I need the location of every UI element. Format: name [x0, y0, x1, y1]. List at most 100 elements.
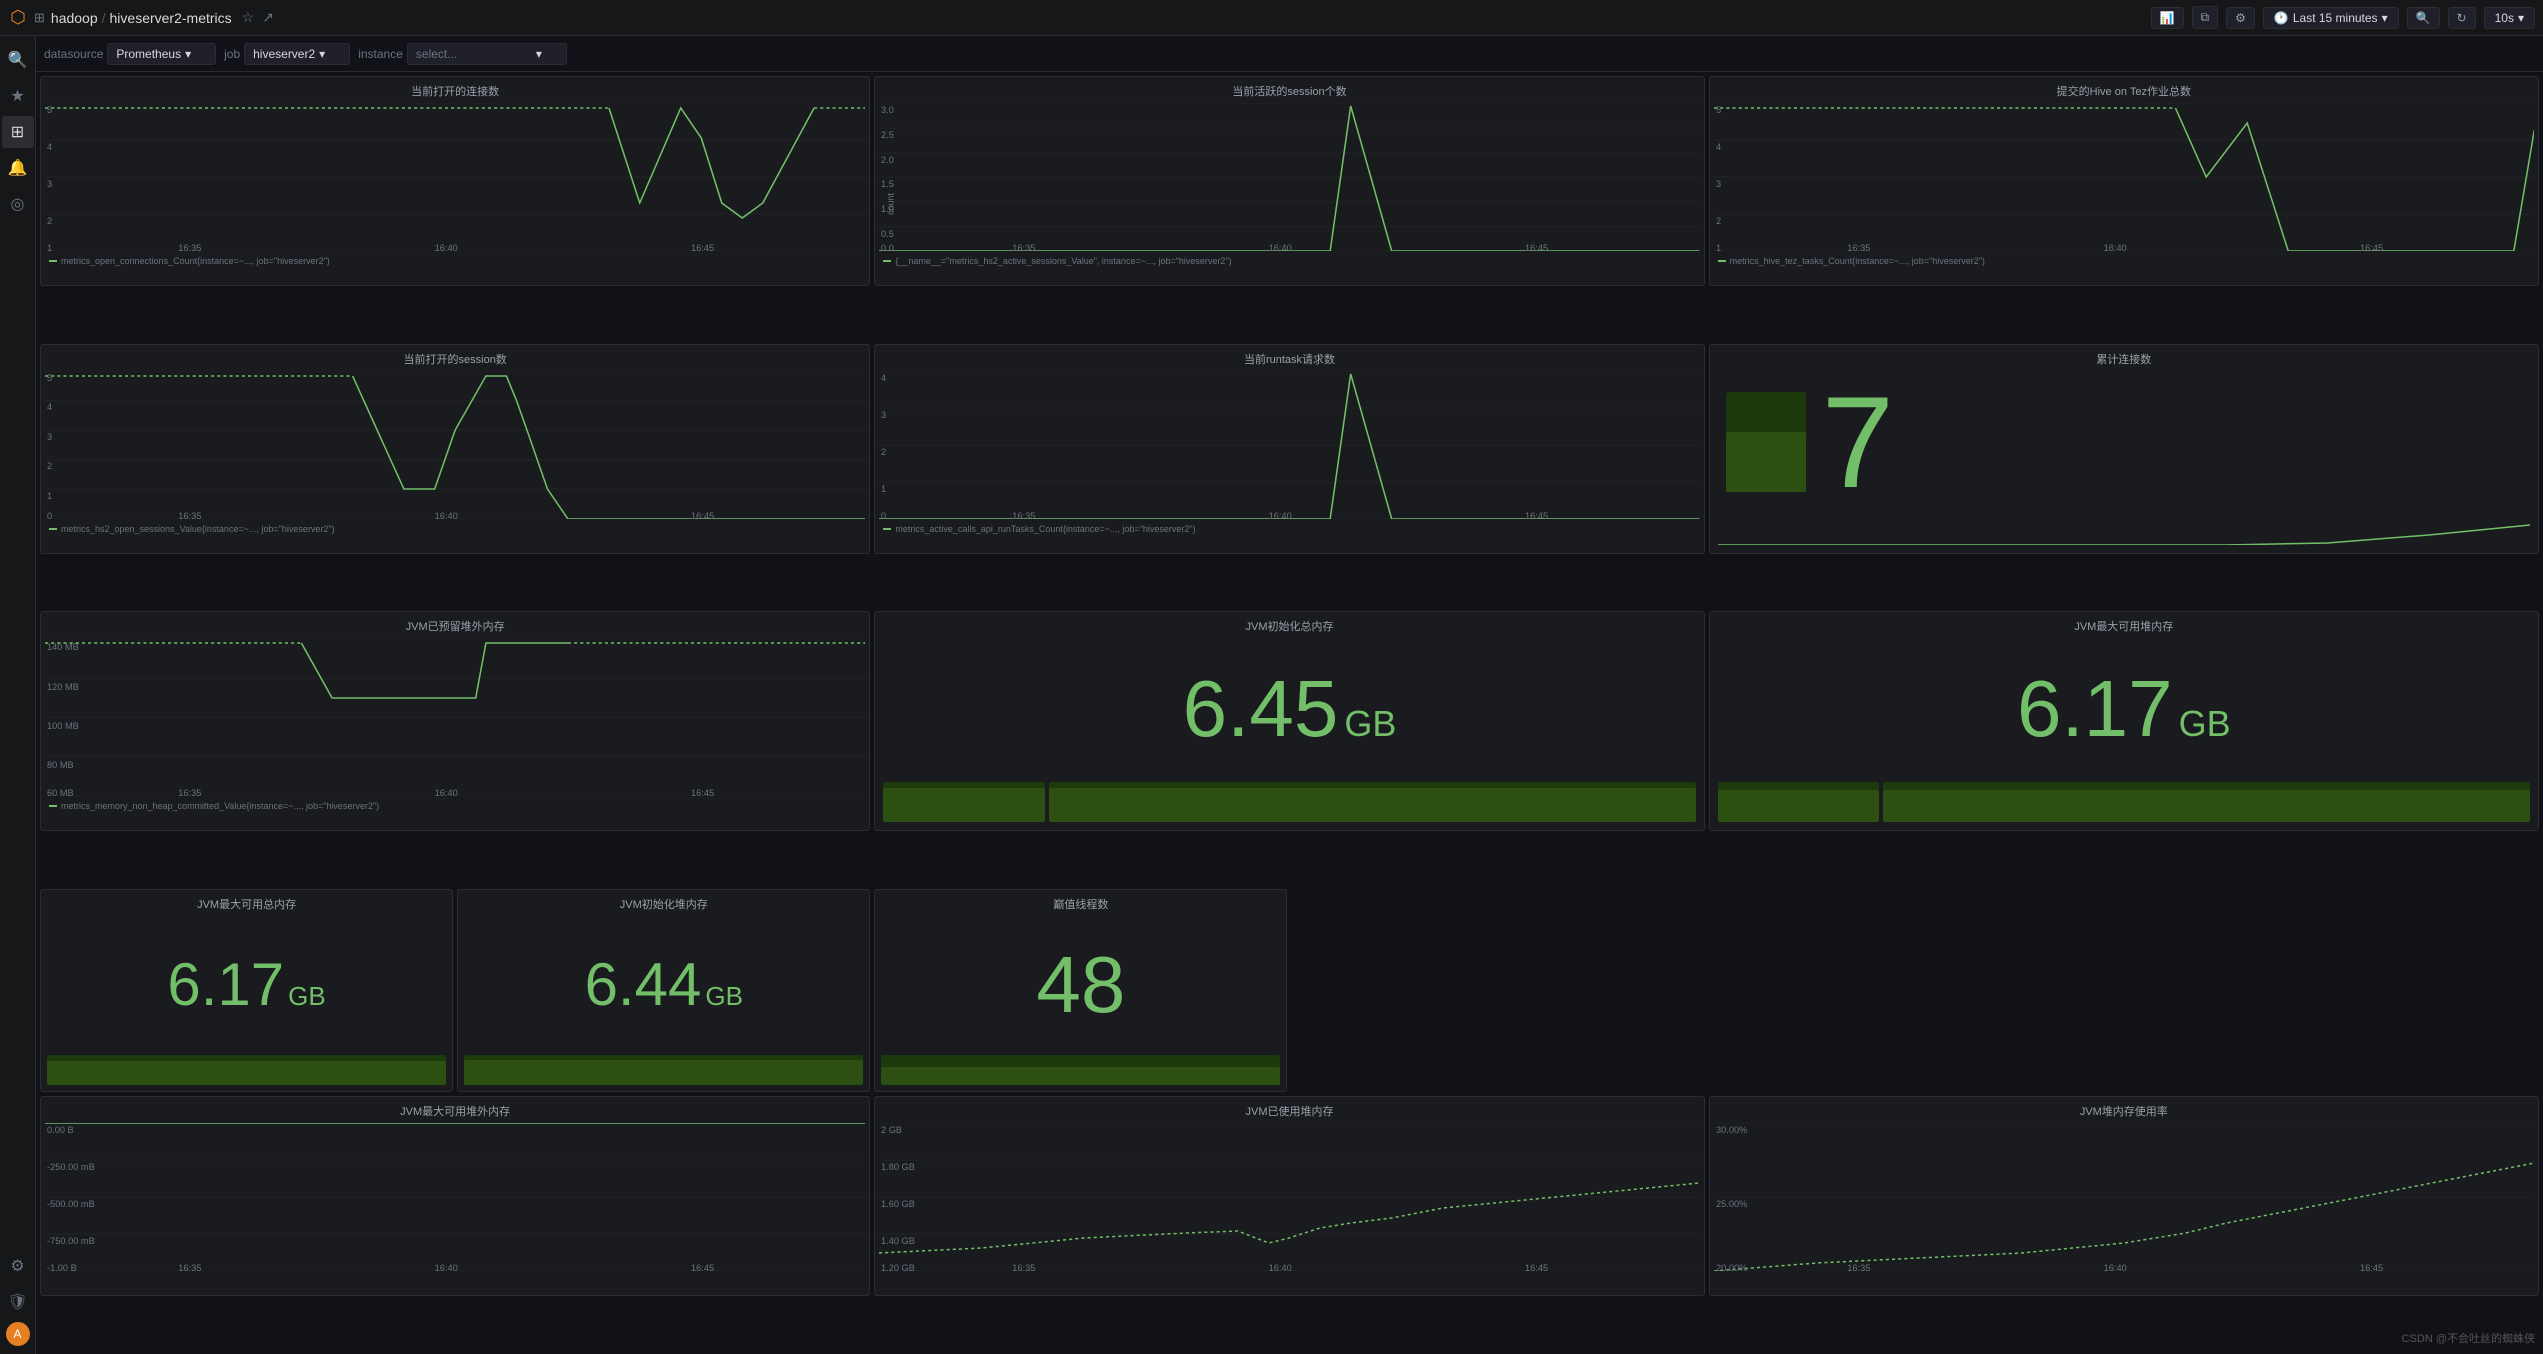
svg-text:4: 4 — [47, 142, 52, 152]
svg-text:0: 0 — [881, 511, 886, 519]
thread-count-value: 48 — [1036, 945, 1125, 1025]
svg-text:4: 4 — [47, 402, 52, 412]
svg-text:16:45: 16:45 — [2360, 243, 2383, 251]
svg-text:count: count — [886, 193, 896, 215]
svg-text:16:35: 16:35 — [178, 243, 201, 251]
chart-icon-btn[interactable]: 📊 — [2151, 7, 2184, 29]
job-select[interactable]: hiveserver2 ▾ — [244, 43, 350, 65]
zoom-btn[interactable]: 🔍 — [2407, 7, 2440, 29]
chevron-datasource: ▾ — [185, 47, 191, 61]
svg-text:2 GB: 2 GB — [881, 1125, 902, 1135]
legend-dot-5 — [883, 528, 891, 530]
svg-text:16:35: 16:35 — [1013, 243, 1036, 251]
svg-text:16:35: 16:35 — [178, 511, 201, 519]
cumulative-value: 7 — [1822, 377, 1894, 507]
main-content: 当前打开的连接数 5 4 3 2 1 16:3 — [36, 72, 2543, 1354]
sidebar-item-alert[interactable]: 🔔 — [2, 152, 34, 184]
svg-text:16:40: 16:40 — [435, 788, 458, 796]
svg-text:16:45: 16:45 — [1525, 511, 1548, 519]
svg-text:20.00%: 20.00% — [1716, 1263, 1747, 1271]
breadcrumb: hadoop / hiveserver2-metrics ☆ ↗ — [51, 9, 274, 26]
panel-init-heap-total: JVM初始化总内存 6.45 GB — [874, 611, 1704, 831]
svg-text:80 MB: 80 MB — [47, 760, 74, 770]
panel-heap-used: JVM已使用堆内存 2 GB 1.80 GB 1.60 GB 1.40 GB 1… — [874, 1096, 1704, 1296]
max-total-unit: GB — [288, 981, 326, 1012]
sidebar-item-user[interactable]: A — [6, 1322, 30, 1346]
panel-title-open-connections: 当前打开的连接数 — [41, 77, 869, 101]
panel-init-heap-memory: JVM初始化堆内存 6.44 GB — [457, 889, 870, 1093]
svg-text:1.80 GB: 1.80 GB — [881, 1162, 915, 1172]
sidebar-item-shield[interactable]: 🛡 — [2, 1286, 34, 1318]
panel-max-total-memory: JVM最大可用总内存 6.17 GB — [40, 889, 453, 1093]
svg-text:5: 5 — [47, 105, 52, 115]
panel-hive-tez-tasks: 提交的Hive on Tez作业总数 5 4 3 2 1 16:35 16:40… — [1709, 76, 2539, 286]
filter-instance: instance select... ▾ — [358, 43, 567, 65]
svg-text:16:45: 16:45 — [691, 1263, 714, 1271]
panel-heap-usage-rate: JVM堆内存使用率 30.00% 25.00% 20.00% 16:35 16:… — [1709, 1096, 2539, 1296]
panel-open-sessions: 当前打开的session数 5 4 3 2 1 0 16:35 16:40 16… — [40, 344, 870, 554]
svg-text:16:45: 16:45 — [1525, 243, 1548, 251]
refresh-interval-btn[interactable]: 10s ▾ — [2484, 7, 2535, 29]
refresh-interval-label: 10s — [2495, 11, 2514, 25]
chevron-down-icon-2: ▾ — [2518, 11, 2524, 25]
init-heap-value: 6.45 — [1183, 669, 1339, 749]
max-heap-value: 6.17 — [2017, 669, 2173, 749]
svg-text:16:40: 16:40 — [435, 1263, 458, 1271]
refresh-btn[interactable]: ↻ — [2448, 7, 2476, 29]
svg-text:16:35: 16:35 — [178, 788, 201, 796]
breadcrumb-sep: / — [102, 10, 106, 26]
legend-dot-2 — [883, 260, 891, 262]
svg-text:2.0: 2.0 — [881, 155, 894, 165]
panel-max-off-heap: JVM最大可用堆外内存 0.00 B -250.00 mB -500.00 mB… — [40, 1096, 870, 1296]
svg-text:1: 1 — [47, 243, 52, 251]
panel-title-cumulative: 累计连接数 — [1710, 345, 2538, 369]
svg-text:1.20 GB: 1.20 GB — [881, 1263, 915, 1271]
svg-text:2: 2 — [47, 216, 52, 226]
datasource-select[interactable]: Prometheus ▾ — [107, 43, 216, 65]
sidebar-item-search[interactable]: 🔍 — [2, 44, 34, 76]
sidebar-item-explore[interactable]: ◎ — [2, 188, 34, 220]
panel-non-heap-committed: JVM已预留堆外内存 140 MB 120 MB 100 MB 80 MB 60… — [40, 611, 870, 831]
max-total-value: 6.17 — [167, 955, 284, 1015]
sidebar-item-settings[interactable]: ⚙ — [2, 1250, 34, 1282]
instance-select[interactable]: select... ▾ — [407, 43, 567, 65]
panel-thread-count: 巅值线程数 48 — [874, 889, 1287, 1093]
job-label: job — [224, 47, 240, 61]
chevron-down-icon: ▾ — [2382, 11, 2388, 25]
chart-svg-open-sessions: 5 4 3 2 1 0 16:35 16:40 16:45 — [45, 371, 865, 519]
svg-text:-250.00 mB: -250.00 mB — [47, 1162, 95, 1172]
topbar-actions: 📊 ⧉ ⚙ 🕐 Last 15 minutes ▾ 🔍 ↻ 10s ▾ — [2151, 6, 2535, 29]
svg-text:2: 2 — [881, 447, 886, 457]
time-range-label: Last 15 minutes — [2293, 11, 2378, 25]
svg-text:16:40: 16:40 — [435, 243, 458, 251]
breadcrumb-root[interactable]: hadoop — [51, 10, 98, 26]
copy-btn[interactable]: ⧉ — [2192, 6, 2219, 29]
filter-job: job hiveserver2 ▾ — [224, 43, 350, 65]
panel-title-max-heap: JVM最大可用堆内存 — [1710, 612, 2538, 636]
settings-btn[interactable]: ⚙ — [2226, 7, 2255, 29]
svg-text:16:40: 16:40 — [2103, 1263, 2126, 1271]
breadcrumb-page[interactable]: hiveserver2-metrics — [110, 10, 232, 26]
sidebar-item-star[interactable]: ★ — [2, 80, 34, 112]
svg-text:16:45: 16:45 — [691, 511, 714, 519]
star-icon[interactable]: ☆ — [242, 9, 255, 26]
panel-title-init-heap: JVM初始化堆内存 — [458, 890, 869, 914]
panel-title-thread-count: 巅值线程数 — [875, 890, 1286, 914]
instance-value: select... — [416, 47, 457, 61]
chart-svg-open-connections: 5 4 3 2 1 16:35 16:40 16:45 — [45, 103, 865, 251]
svg-text:1.40 GB: 1.40 GB — [881, 1236, 915, 1246]
svg-text:5: 5 — [47, 373, 52, 383]
clock-icon: 🕐 — [2274, 11, 2289, 25]
sidebar-item-apps[interactable]: ⊞ — [2, 116, 34, 148]
svg-text:16:40: 16:40 — [435, 511, 458, 519]
panel-title-open-sessions: 当前打开的session数 — [41, 345, 869, 369]
panel-title-heap-usage-rate: JVM堆内存使用率 — [1710, 1097, 2538, 1121]
chevron-job: ▾ — [319, 47, 325, 61]
share-icon[interactable]: ↗ — [262, 9, 274, 26]
svg-text:2: 2 — [47, 461, 52, 471]
panel-cumulative-connections: 累计连接数 7 — [1709, 344, 2539, 554]
chart-svg-heap-rate: 30.00% 25.00% 20.00% 16:35 16:40 16:45 — [1714, 1123, 2534, 1271]
time-range-btn[interactable]: 🕐 Last 15 minutes ▾ — [2263, 7, 2399, 29]
svg-text:0: 0 — [47, 511, 52, 519]
row3-extra-panels: JVM最大可用总内存 6.17 GB JVM初始化堆内存 6.44 GB — [40, 889, 2539, 1093]
